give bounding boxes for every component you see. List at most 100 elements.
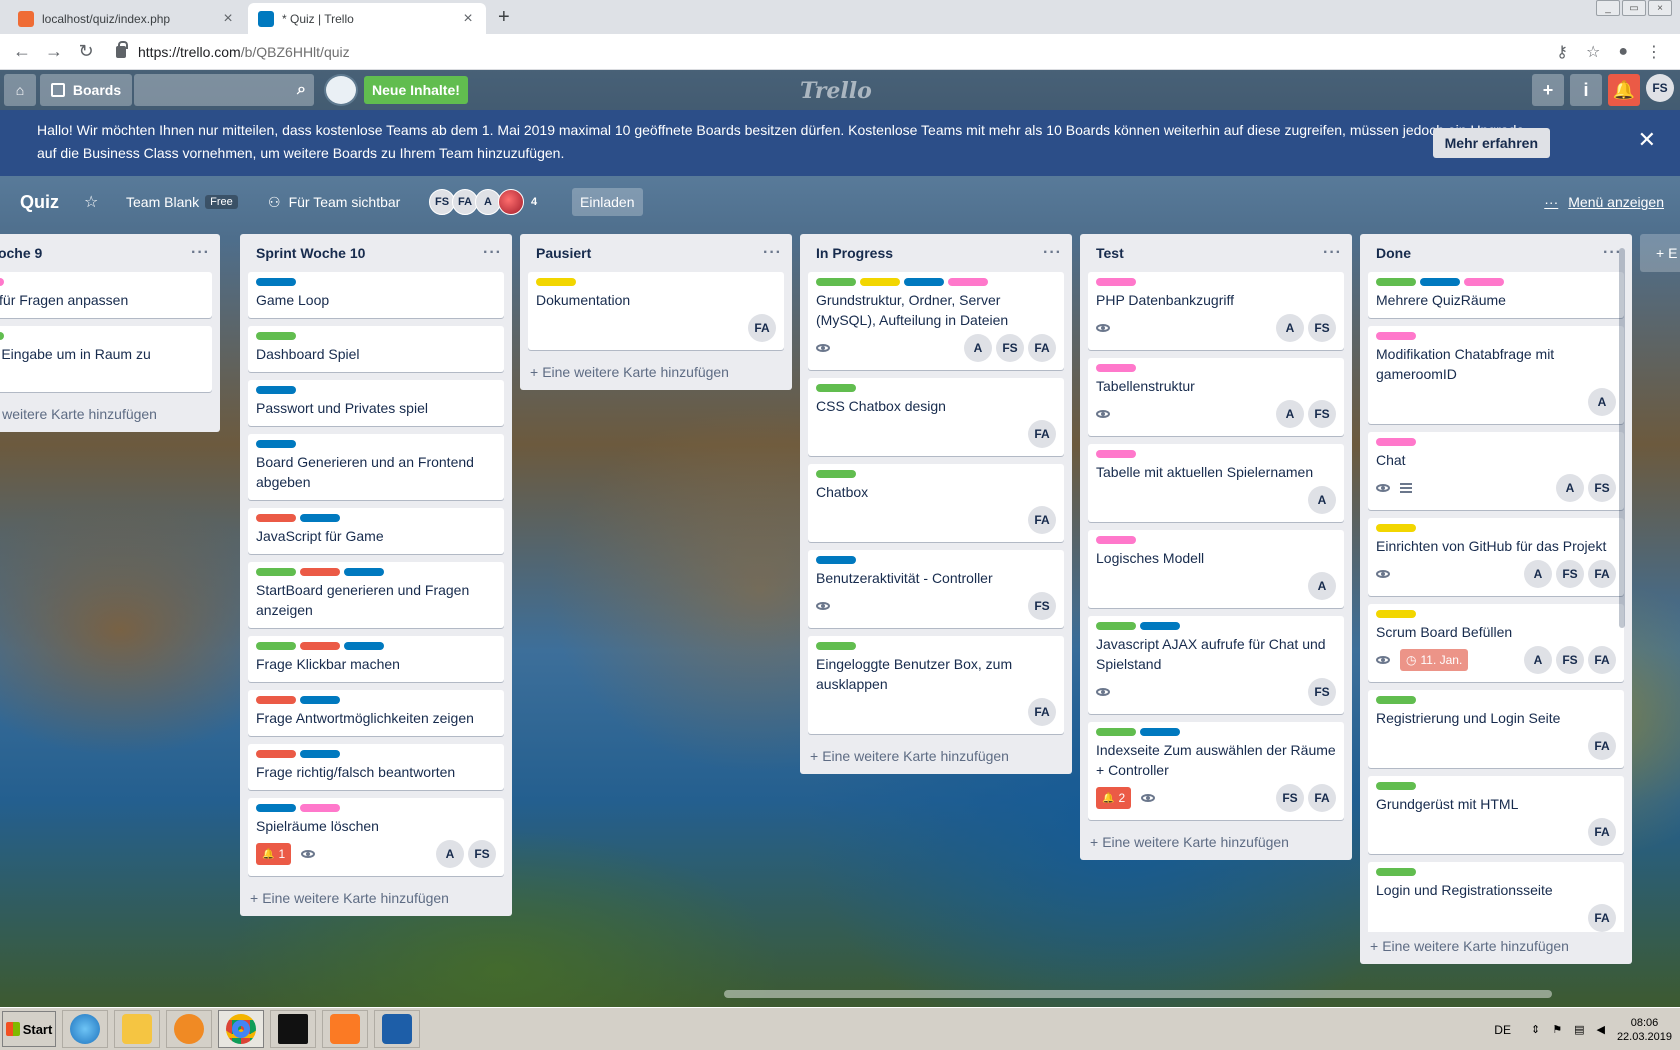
- member-avatar[interactable]: A: [1276, 314, 1304, 342]
- list-header[interactable]: Pausiert ···: [520, 234, 792, 272]
- visibility-button[interactable]: ⚇ Für Team sichtbar: [268, 184, 400, 220]
- boards-button[interactable]: Boards: [40, 74, 132, 106]
- card[interactable]: Indexseite Zum auswählen der Räume + Con…: [1088, 722, 1344, 820]
- member-avatar[interactable]: FS: [1028, 592, 1056, 620]
- back-arrow-icon[interactable]: ←: [6, 41, 38, 62]
- learn-more-button[interactable]: Mehr erfahren: [1432, 128, 1550, 158]
- add-card-button[interactable]: +Eine weitere Karte hinzufügen: [0, 400, 220, 432]
- tray-expand-icon[interactable]: ⇕: [1531, 1023, 1540, 1036]
- member-avatar[interactable]: FA: [1588, 732, 1616, 760]
- add-list-button[interactable]: + E: [1640, 234, 1680, 272]
- member-avatar[interactable]: FA: [1308, 784, 1336, 812]
- member-avatar[interactable]: FA: [1028, 420, 1056, 448]
- new-content-button[interactable]: Neue Inhalte!: [364, 76, 468, 104]
- card[interactable]: Logisches Modell A: [1088, 530, 1344, 608]
- card[interactable]: agen für Fragen anpassen: [0, 272, 212, 318]
- card[interactable]: CSS Chatbox design FA: [808, 378, 1064, 456]
- star-bookmark-icon[interactable]: ☆: [1586, 42, 1600, 62]
- create-plus-icon[interactable]: +: [1532, 74, 1564, 106]
- list-menu-icon[interactable]: ···: [763, 244, 782, 262]
- list-header[interactable]: In Progress ···: [800, 234, 1072, 272]
- card[interactable]: Dashboard Spiel: [248, 326, 504, 372]
- maximize-icon[interactable]: ▭: [1622, 0, 1646, 16]
- member-avatar[interactable]: A: [436, 840, 464, 868]
- search-input[interactable]: ⌕: [134, 74, 314, 106]
- card[interactable]: PHP Datenbankzugriff A FS: [1088, 272, 1344, 350]
- key-icon[interactable]: ⚷: [1556, 42, 1568, 62]
- media-player-button[interactable]: [166, 1010, 212, 1048]
- invite-button[interactable]: Einladen: [572, 188, 643, 216]
- close-tab-icon[interactable]: ×: [220, 10, 236, 28]
- member-avatar[interactable]: FA: [1028, 506, 1056, 534]
- member-avatar[interactable]: FS: [1556, 560, 1584, 588]
- card[interactable]: Game Loop: [248, 272, 504, 318]
- member-avatar[interactable]: A: [1308, 572, 1336, 600]
- close-window-icon[interactable]: ×: [1648, 0, 1672, 16]
- member-avatar[interactable]: FA: [748, 314, 776, 342]
- list-header[interactable]: Done ···: [1360, 234, 1632, 272]
- member-avatar[interactable]: FS: [1276, 784, 1304, 812]
- forward-arrow-icon[interactable]: →: [38, 41, 70, 62]
- network-icon[interactable]: ▤: [1574, 1023, 1584, 1036]
- card[interactable]: Login und Registrationsseite FA: [1368, 862, 1624, 932]
- member-avatar[interactable]: A: [964, 334, 992, 362]
- star-board-icon[interactable]: ☆: [84, 184, 98, 220]
- volume-icon[interactable]: ◀: [1596, 1023, 1604, 1036]
- list-menu-icon[interactable]: ···: [1323, 244, 1342, 262]
- member-count[interactable]: 4: [521, 189, 547, 215]
- card[interactable]: Mehrere QuizRäume: [1368, 272, 1624, 318]
- list-header[interactable]: int Woche 9 ···: [0, 234, 220, 272]
- card[interactable]: Registrierung und Login Seite FA: [1368, 690, 1624, 768]
- member-avatar[interactable]: FA: [1028, 334, 1056, 362]
- member-avatar[interactable]: FA: [1588, 646, 1616, 674]
- member-avatar[interactable]: FA: [1028, 698, 1056, 726]
- language-indicator[interactable]: DE: [1494, 1023, 1511, 1037]
- card[interactable]: Tabelle mit aktuellen Spielernamen A: [1088, 444, 1344, 522]
- card[interactable]: StartBoard generieren und Fragen anzeige…: [248, 562, 504, 628]
- member-avatar[interactable]: FS: [1308, 400, 1336, 428]
- new-tab-button[interactable]: +: [498, 6, 510, 29]
- user-avatar[interactable]: FS: [1646, 74, 1674, 102]
- board-title[interactable]: Quiz: [20, 184, 59, 220]
- member-avatar[interactable]: FA: [1588, 818, 1616, 846]
- card[interactable]: JavaScript für Game: [248, 508, 504, 554]
- member-avatar[interactable]: FA: [1588, 904, 1616, 932]
- add-card-button[interactable]: +Eine weitere Karte hinzufügen: [1080, 828, 1352, 860]
- member-avatar[interactable]: A: [1524, 646, 1552, 674]
- list-title[interactable]: In Progress: [816, 245, 893, 261]
- close-tab-icon[interactable]: ×: [460, 10, 476, 28]
- card[interactable]: swort Eingabe um in Raum zu amen: [0, 326, 212, 392]
- add-card-button[interactable]: +Eine weitere Karte hinzufügen: [800, 742, 1072, 774]
- show-menu-button[interactable]: ··· Menü anzeigen: [1544, 184, 1664, 220]
- card[interactable]: Modifikation Chatabfrage mit gameroomID A: [1368, 326, 1624, 424]
- card[interactable]: Chatbox FA: [808, 464, 1064, 542]
- card[interactable]: Frage richtig/falsch beantworten: [248, 744, 504, 790]
- list-header[interactable]: Sprint Woche 10 ···: [240, 234, 512, 272]
- member-avatar[interactable]: FA: [1588, 560, 1616, 588]
- file-explorer-button[interactable]: [114, 1010, 160, 1048]
- add-card-button[interactable]: +Eine weitere Karte hinzufügen: [240, 884, 512, 916]
- member-avatar[interactable]: FS: [996, 334, 1024, 362]
- card[interactable]: Eingeloggte Benutzer Box, zum ausklappen…: [808, 636, 1064, 734]
- add-card-button[interactable]: +Eine weitere Karte hinzufügen: [520, 358, 792, 390]
- member-avatar[interactable]: FS: [468, 840, 496, 868]
- flag-icon[interactable]: ⚑: [1552, 1023, 1562, 1036]
- due-date-badge[interactable]: ◷ 11. Jan.: [1400, 649, 1469, 671]
- list-title[interactable]: Done: [1376, 245, 1411, 261]
- list-title[interactable]: Test: [1096, 245, 1124, 261]
- list-title[interactable]: int Woche 9: [0, 245, 42, 261]
- card[interactable]: Board Generieren und an Frontend abgeben: [248, 434, 504, 500]
- card[interactable]: Grundgerüst mit HTML FA: [1368, 776, 1624, 854]
- member-avatar[interactable]: A: [1588, 388, 1616, 416]
- card[interactable]: Chat A FS: [1368, 432, 1624, 510]
- browser-tab-localhost[interactable]: localhost/quiz/index.php ×: [8, 3, 246, 34]
- card[interactable]: Benutzeraktivität - Controller FS: [808, 550, 1064, 628]
- list-menu-icon[interactable]: ···: [191, 244, 210, 262]
- list-header[interactable]: Test ···: [1080, 234, 1352, 272]
- browser-tab-trello[interactable]: * Quiz | Trello ×: [248, 3, 486, 34]
- card[interactable]: Scrum Board Befüllen ◷ 11. Jan. A FS FA: [1368, 604, 1624, 682]
- list-menu-icon[interactable]: ···: [1043, 244, 1062, 262]
- card[interactable]: Einrichten von GitHub für das Projekt A FS…: [1368, 518, 1624, 596]
- chrome-button[interactable]: [218, 1010, 264, 1048]
- member-avatar[interactable]: FS: [1588, 474, 1616, 502]
